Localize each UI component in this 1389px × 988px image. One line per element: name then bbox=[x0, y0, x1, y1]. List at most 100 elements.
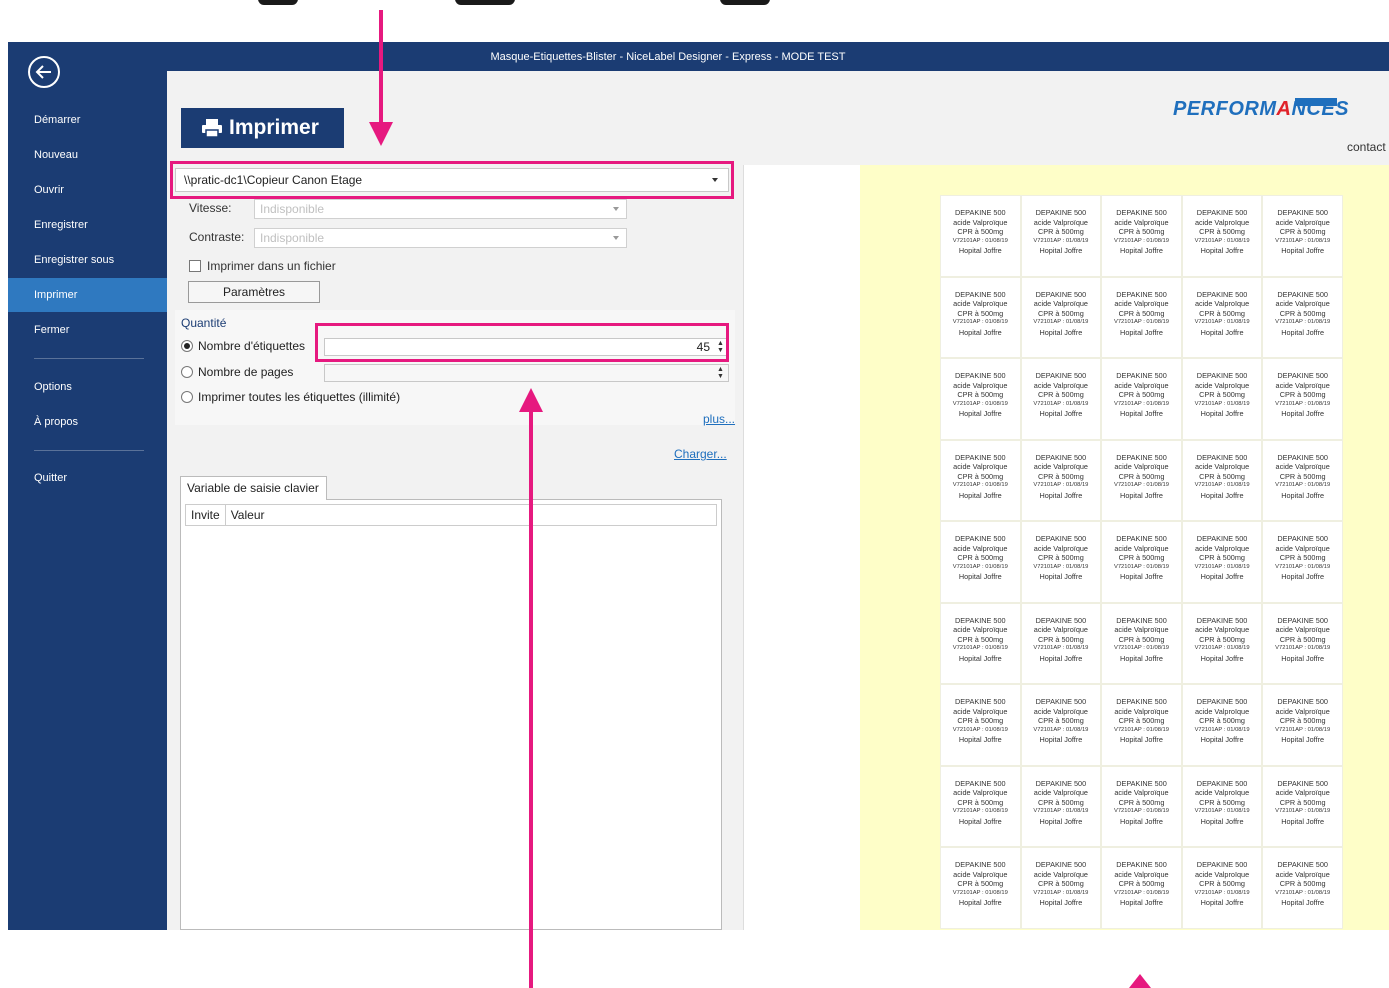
sidebar-item-label: Enregistrer bbox=[34, 219, 88, 231]
column-header-valeur[interactable]: Valeur bbox=[226, 505, 270, 525]
sidebar-item-nouveau[interactable]: Nouveau bbox=[8, 138, 167, 172]
label-line: Hopital Joffre bbox=[1281, 816, 1325, 826]
labels-count-radio[interactable] bbox=[181, 340, 193, 352]
sidebar-item-enregistrer[interactable]: Enregistrer bbox=[8, 208, 167, 242]
tab-keyboard-variables[interactable]: Variable de saisie clavier bbox=[180, 476, 327, 500]
label-line: Hopital Joffre bbox=[1200, 327, 1244, 337]
print-heading-label: Imprimer bbox=[229, 116, 319, 139]
print-to-file-label: Imprimer dans un fichier bbox=[207, 259, 336, 273]
preview-label: DEPAKINE 500 acide Valproïque CPR à 500mg V… bbox=[1020, 276, 1102, 358]
label-line: Hopital Joffre bbox=[1200, 898, 1244, 908]
preview-label: DEPAKINE 500 acide Valproïque CPR à 500mg V… bbox=[1262, 684, 1343, 766]
spinner-arrows-icon[interactable]: ▲ ▼ bbox=[716, 366, 725, 380]
label-line: DEPAKINE 500 bbox=[1035, 778, 1087, 788]
label-line: CPR à 500mg bbox=[1199, 634, 1245, 644]
preview-label: DEPAKINE 500 acide Valproïque CPR à 500mg V… bbox=[1181, 602, 1263, 684]
sidebar-item-imprimer[interactable]: Imprimer bbox=[8, 278, 167, 312]
label-line: V72101AP : 01/08/19 bbox=[1275, 808, 1331, 815]
sidebar-item-quitter[interactable]: Quitter bbox=[8, 461, 167, 495]
label-line: DEPAKINE 500 bbox=[1196, 534, 1248, 543]
pages-count-radio[interactable] bbox=[181, 366, 193, 378]
label-line: V72101AP : 01/08/19 bbox=[1194, 400, 1250, 407]
label-line: CPR à 500mg bbox=[1199, 797, 1245, 807]
sidebar-item-enregistrer-sous[interactable]: Enregistrer sous bbox=[8, 243, 167, 277]
label-line: V72101AP : 01/08/19 bbox=[1113, 808, 1169, 815]
annotation-arrow bbox=[379, 10, 383, 122]
sidebar-item-a-propos[interactable]: À propos bbox=[8, 405, 167, 439]
print-all-radio[interactable] bbox=[181, 391, 193, 403]
label-grid: DEPAKINE 500 acide Valproïque CPR à 500mg V… bbox=[940, 195, 1343, 929]
column-header-invite[interactable]: Invite bbox=[186, 505, 226, 525]
label-line: Hopital Joffre bbox=[1039, 816, 1083, 826]
contact-link[interactable]: contact bbox=[1347, 140, 1386, 154]
label-line: DEPAKINE 500 bbox=[955, 208, 1006, 217]
label-line: Hopital Joffre bbox=[1200, 490, 1244, 500]
label-line: CPR à 500mg bbox=[957, 879, 1004, 889]
preview-label: DEPAKINE 500 acide Valproïque CPR à 500mg V… bbox=[1101, 602, 1182, 684]
contrast-select: Indisponible bbox=[254, 228, 627, 248]
label-line: V72101AP : 01/08/19 bbox=[952, 808, 1008, 815]
label-line: acide Valproïque bbox=[1194, 543, 1250, 553]
label-line: Hopital Joffre bbox=[1120, 327, 1163, 337]
label-line: V72101AP : 01/08/19 bbox=[1113, 319, 1169, 326]
preview-label: DEPAKINE 500 acide Valproïque CPR à 500mg V… bbox=[1262, 765, 1343, 847]
label-line: acide Valproïque bbox=[1275, 788, 1330, 798]
label-line: V72101AP : 01/08/19 bbox=[952, 319, 1008, 326]
annotation-highlight-printer bbox=[170, 161, 734, 199]
label-line: acide Valproïque bbox=[953, 706, 1008, 716]
label-line: acide Valproïque bbox=[953, 625, 1008, 635]
label-line: V72101AP : 01/08/19 bbox=[952, 889, 1008, 896]
label-line: DEPAKINE 500 bbox=[1116, 534, 1167, 543]
preview-label: DEPAKINE 500 acide Valproïque CPR à 500mg V… bbox=[1020, 521, 1102, 603]
label-line: CPR à 500mg bbox=[957, 227, 1004, 237]
label-line: acide Valproïque bbox=[1033, 869, 1088, 879]
preview-label: DEPAKINE 500 acide Valproïque CPR à 500mg V… bbox=[1020, 684, 1102, 766]
label-sheet: DEPAKINE 500 acide Valproïque CPR à 500mg V… bbox=[940, 195, 1343, 929]
label-line: V72101AP : 01/08/19 bbox=[952, 563, 1008, 570]
label-line: V72101AP : 01/08/19 bbox=[1275, 726, 1331, 733]
label-line: DEPAKINE 500 bbox=[1196, 778, 1248, 788]
preview-label: DEPAKINE 500 acide Valproïque CPR à 500mg V… bbox=[1262, 195, 1343, 277]
label-line: acide Valproïque bbox=[1194, 299, 1250, 309]
label-line: acide Valproïque bbox=[1114, 299, 1169, 309]
label-line: DEPAKINE 500 bbox=[1035, 371, 1087, 380]
label-line: acide Valproïque bbox=[953, 869, 1008, 879]
arrow-left-icon bbox=[35, 65, 51, 79]
preview-page: DEPAKINE 500 acide Valproïque CPR à 500mg V… bbox=[860, 165, 1389, 930]
label-line: V72101AP : 01/08/19 bbox=[1033, 645, 1089, 652]
label-line: DEPAKINE 500 bbox=[1116, 697, 1167, 706]
label-line: CPR à 500mg bbox=[1037, 308, 1084, 318]
label-line: DEPAKINE 500 bbox=[955, 534, 1006, 543]
label-line: DEPAKINE 500 bbox=[1277, 289, 1328, 299]
sidebar-item-fermer[interactable]: Fermer bbox=[8, 313, 167, 347]
print-to-file-checkbox[interactable] bbox=[189, 260, 201, 272]
sidebar-item-options[interactable]: Options bbox=[8, 370, 167, 404]
label-line: acide Valproïque bbox=[1114, 625, 1169, 635]
label-line: CPR à 500mg bbox=[1118, 634, 1165, 644]
label-line: DEPAKINE 500 bbox=[1196, 697, 1248, 706]
label-line: CPR à 500mg bbox=[1118, 471, 1165, 481]
label-line: DEPAKINE 500 bbox=[955, 615, 1006, 625]
label-line: Hopital Joffre bbox=[1200, 816, 1244, 826]
label-line: CPR à 500mg bbox=[1118, 390, 1165, 400]
load-link[interactable]: Charger... bbox=[674, 447, 727, 461]
sidebar-divider bbox=[34, 450, 144, 451]
parameters-button[interactable]: Paramètres bbox=[188, 281, 320, 303]
label-line: Hopital Joffre bbox=[958, 572, 1002, 582]
label-line: CPR à 500mg bbox=[1279, 716, 1326, 726]
pages-count-input[interactable]: ▲ ▼ bbox=[324, 364, 729, 382]
preview-label: DEPAKINE 500 acide Valproïque CPR à 500mg V… bbox=[1181, 358, 1263, 440]
label-line: CPR à 500mg bbox=[957, 634, 1004, 644]
label-line: DEPAKINE 500 bbox=[1035, 860, 1087, 869]
more-link[interactable]: plus... bbox=[703, 412, 735, 426]
label-line: DEPAKINE 500 bbox=[1277, 697, 1328, 706]
back-button[interactable] bbox=[28, 56, 60, 88]
label-line: acide Valproïque bbox=[1033, 380, 1088, 390]
label-line: Hopital Joffre bbox=[1120, 490, 1163, 500]
label-line: DEPAKINE 500 bbox=[1035, 615, 1087, 625]
preview-label: DEPAKINE 500 acide Valproïque CPR à 500mg V… bbox=[1181, 276, 1263, 358]
preview-label: DEPAKINE 500 acide Valproïque CPR à 500mg V… bbox=[940, 439, 1021, 521]
sidebar-item-label: Options bbox=[34, 381, 72, 393]
sidebar-item-ouvrir[interactable]: Ouvrir bbox=[8, 173, 167, 207]
sidebar-item-demarrer[interactable]: Démarrer bbox=[8, 103, 167, 137]
